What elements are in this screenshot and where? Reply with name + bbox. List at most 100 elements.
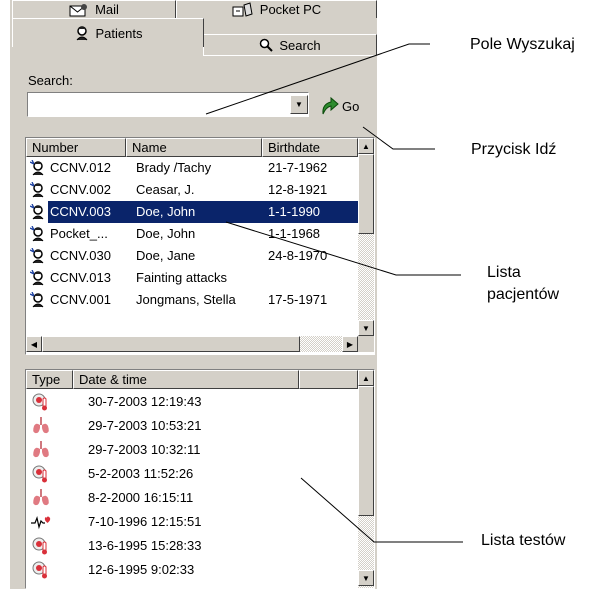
tab-patients[interactable]: Patients bbox=[12, 18, 204, 47]
column-header-type[interactable]: Type bbox=[26, 370, 73, 389]
tab-mail[interactable]: Mail bbox=[12, 0, 176, 18]
search-combobox[interactable]: ▼ bbox=[27, 92, 309, 117]
patient-icon bbox=[30, 292, 44, 308]
patient-number: CCNV.012 bbox=[50, 160, 111, 175]
test-datetime: 30-7-2003 12:19:43 bbox=[88, 394, 202, 409]
column-header-empty[interactable] bbox=[299, 370, 358, 389]
callout-patients-list-line1: Lista bbox=[487, 264, 521, 281]
patient-row[interactable]: Pocket_... Doe, John 1-1-1968 bbox=[26, 223, 358, 245]
test-row[interactable]: 29-7-2003 10:32:11 bbox=[26, 439, 358, 461]
chevron-down-icon: ▼ bbox=[295, 100, 303, 109]
patients-panel: Mail Pocket PC Search Patients Search: ▼ bbox=[10, 0, 377, 589]
test-datetime: 13-6-1995 15:28:33 bbox=[88, 538, 202, 553]
patient-birthdate: 24-8-1970 bbox=[268, 248, 328, 263]
column-header-name[interactable]: Name bbox=[126, 138, 262, 157]
patient-icon bbox=[30, 160, 44, 176]
callout-go-button: Przycisk Idź bbox=[471, 141, 557, 158]
patients-scroll-down[interactable]: ▼ bbox=[358, 320, 374, 336]
scroll-corner bbox=[358, 336, 374, 352]
patient-number: Pocket_... bbox=[50, 226, 108, 241]
thermometer-icon bbox=[32, 561, 47, 579]
patient-name: Doe, John bbox=[136, 226, 196, 241]
patients-scroll-left[interactable]: ◀ bbox=[26, 336, 42, 352]
tab-search-label: Search bbox=[279, 37, 321, 53]
patients-list[interactable]: Number Name Birthdate CCNV.012 Brady /Tac… bbox=[25, 137, 375, 355]
test-row[interactable]: 29-7-2003 10:53:21 bbox=[26, 415, 358, 437]
patient-birthdate: 12-8-1921 bbox=[268, 182, 328, 197]
ecg-heart-icon bbox=[31, 515, 51, 530]
patient-birthdate: 21-7-1962 bbox=[268, 160, 328, 175]
arrow-left-icon: ◀ bbox=[30, 339, 38, 349]
patient-name: Brady /Tachy bbox=[136, 160, 212, 175]
patient-row[interactable]: CCNV.002 Ceasar, J. 12-8-1921 bbox=[26, 179, 358, 201]
patients-vscroll-thumb[interactable] bbox=[358, 154, 374, 234]
patient-icon bbox=[30, 182, 44, 198]
tab-mail-label: Mail bbox=[95, 2, 119, 17]
test-row[interactable]: 8-2-2000 16:15:11 bbox=[26, 487, 358, 509]
arrow-up-icon: ▲ bbox=[362, 373, 370, 383]
patient-name: Fainting attacks bbox=[136, 270, 228, 285]
test-row[interactable]: 12-6-1995 9:02:33 bbox=[26, 559, 358, 581]
arrow-up-icon: ▲ bbox=[362, 141, 370, 151]
patients-scroll-up[interactable]: ▲ bbox=[358, 138, 374, 154]
thermometer-icon bbox=[32, 465, 47, 483]
test-row[interactable]: 7-10-1996 12:15:51 bbox=[26, 511, 358, 533]
test-datetime: 7-10-1996 12:15:51 bbox=[88, 514, 202, 529]
test-datetime: 12-6-1995 9:02:33 bbox=[88, 562, 195, 577]
magnifier-icon bbox=[260, 38, 274, 52]
search-label: Search: bbox=[28, 73, 73, 88]
test-datetime: 8-2-2000 16:15:11 bbox=[88, 490, 194, 505]
patient-name: Ceasar, J. bbox=[136, 182, 195, 197]
test-row[interactable]: 30-7-2003 12:19:43 bbox=[26, 391, 358, 413]
patient-number: CCNV.001 bbox=[50, 292, 111, 307]
lungs-icon bbox=[33, 441, 49, 458]
patient-icon bbox=[76, 26, 87, 41]
column-header-datetime[interactable]: Date & time bbox=[73, 370, 299, 389]
patient-row[interactable]: CCNV.030 Doe, Jane 24-8-1970 bbox=[26, 245, 358, 267]
tests-vscroll-thumb[interactable] bbox=[358, 386, 374, 516]
patient-name: Doe, Jane bbox=[136, 248, 196, 263]
callout-search-field: Pole Wyszukaj bbox=[470, 36, 575, 53]
patient-birthdate: 1-1-1990 bbox=[266, 201, 360, 223]
column-header-number[interactable]: Number bbox=[26, 138, 126, 157]
patient-name: Doe, John bbox=[132, 201, 266, 223]
column-header-birthdate[interactable]: Birthdate bbox=[262, 138, 358, 157]
test-row[interactable]: 5-2-2003 11:52:26 bbox=[26, 463, 358, 485]
patient-name: Jongmans, Stella bbox=[136, 292, 236, 307]
lungs-icon bbox=[33, 489, 49, 506]
patient-number: CCNV.013 bbox=[50, 270, 111, 285]
patients-hscroll-thumb[interactable] bbox=[42, 336, 300, 352]
tests-scroll-up[interactable]: ▲ bbox=[358, 370, 374, 386]
tab-pocket-pc-label: Pocket PC bbox=[259, 2, 322, 17]
callout-tests-list: Lista testów bbox=[481, 532, 566, 549]
patient-icon bbox=[30, 248, 44, 264]
patient-row[interactable]: CCNV.003 Doe, John 1-1-1990 bbox=[26, 201, 360, 223]
callout-patients-list-line2: pacjentów bbox=[487, 286, 560, 303]
test-datetime: 5-2-2003 11:52:26 bbox=[88, 466, 194, 481]
go-arrow-icon bbox=[322, 96, 339, 115]
patients-scroll-right[interactable]: ▶ bbox=[342, 336, 358, 352]
patient-birthdate: 17-5-1971 bbox=[268, 292, 328, 307]
go-button-label: Go bbox=[342, 98, 360, 114]
patient-number: CCNV.003 bbox=[48, 201, 132, 223]
arrow-down-icon: ▼ bbox=[362, 573, 370, 583]
patient-row[interactable]: CCNV.001 Jongmans, Stella 17-5-1971 bbox=[26, 289, 358, 311]
patient-number: CCNV.002 bbox=[50, 182, 111, 197]
arrow-down-icon: ▼ bbox=[362, 323, 370, 333]
tests-scroll-down[interactable]: ▼ bbox=[358, 570, 374, 586]
search-input[interactable] bbox=[30, 95, 286, 113]
patient-number: CCNV.030 bbox=[50, 248, 111, 263]
arrow-right-icon: ▶ bbox=[346, 339, 354, 349]
patient-row[interactable]: CCNV.013 Fainting attacks bbox=[26, 267, 358, 289]
test-row[interactable]: 13-6-1995 15:28:33 bbox=[26, 535, 358, 557]
tests-list[interactable]: Type Date & time 30-7-2003 12:19:43 29-7-… bbox=[25, 369, 375, 589]
tab-patients-label: Patients bbox=[95, 25, 143, 41]
mail-icon bbox=[69, 3, 88, 16]
go-button[interactable]: Go bbox=[319, 96, 359, 116]
pocket-pc-icon bbox=[232, 1, 253, 17]
tab-search[interactable]: Search bbox=[203, 34, 377, 56]
patient-row[interactable]: CCNV.012 Brady /Tachy 21-7-1962 bbox=[26, 157, 358, 179]
tab-pocket-pc[interactable]: Pocket PC bbox=[176, 0, 377, 18]
thermometer-icon bbox=[32, 393, 47, 411]
dropdown-button[interactable]: ▼ bbox=[290, 95, 308, 114]
